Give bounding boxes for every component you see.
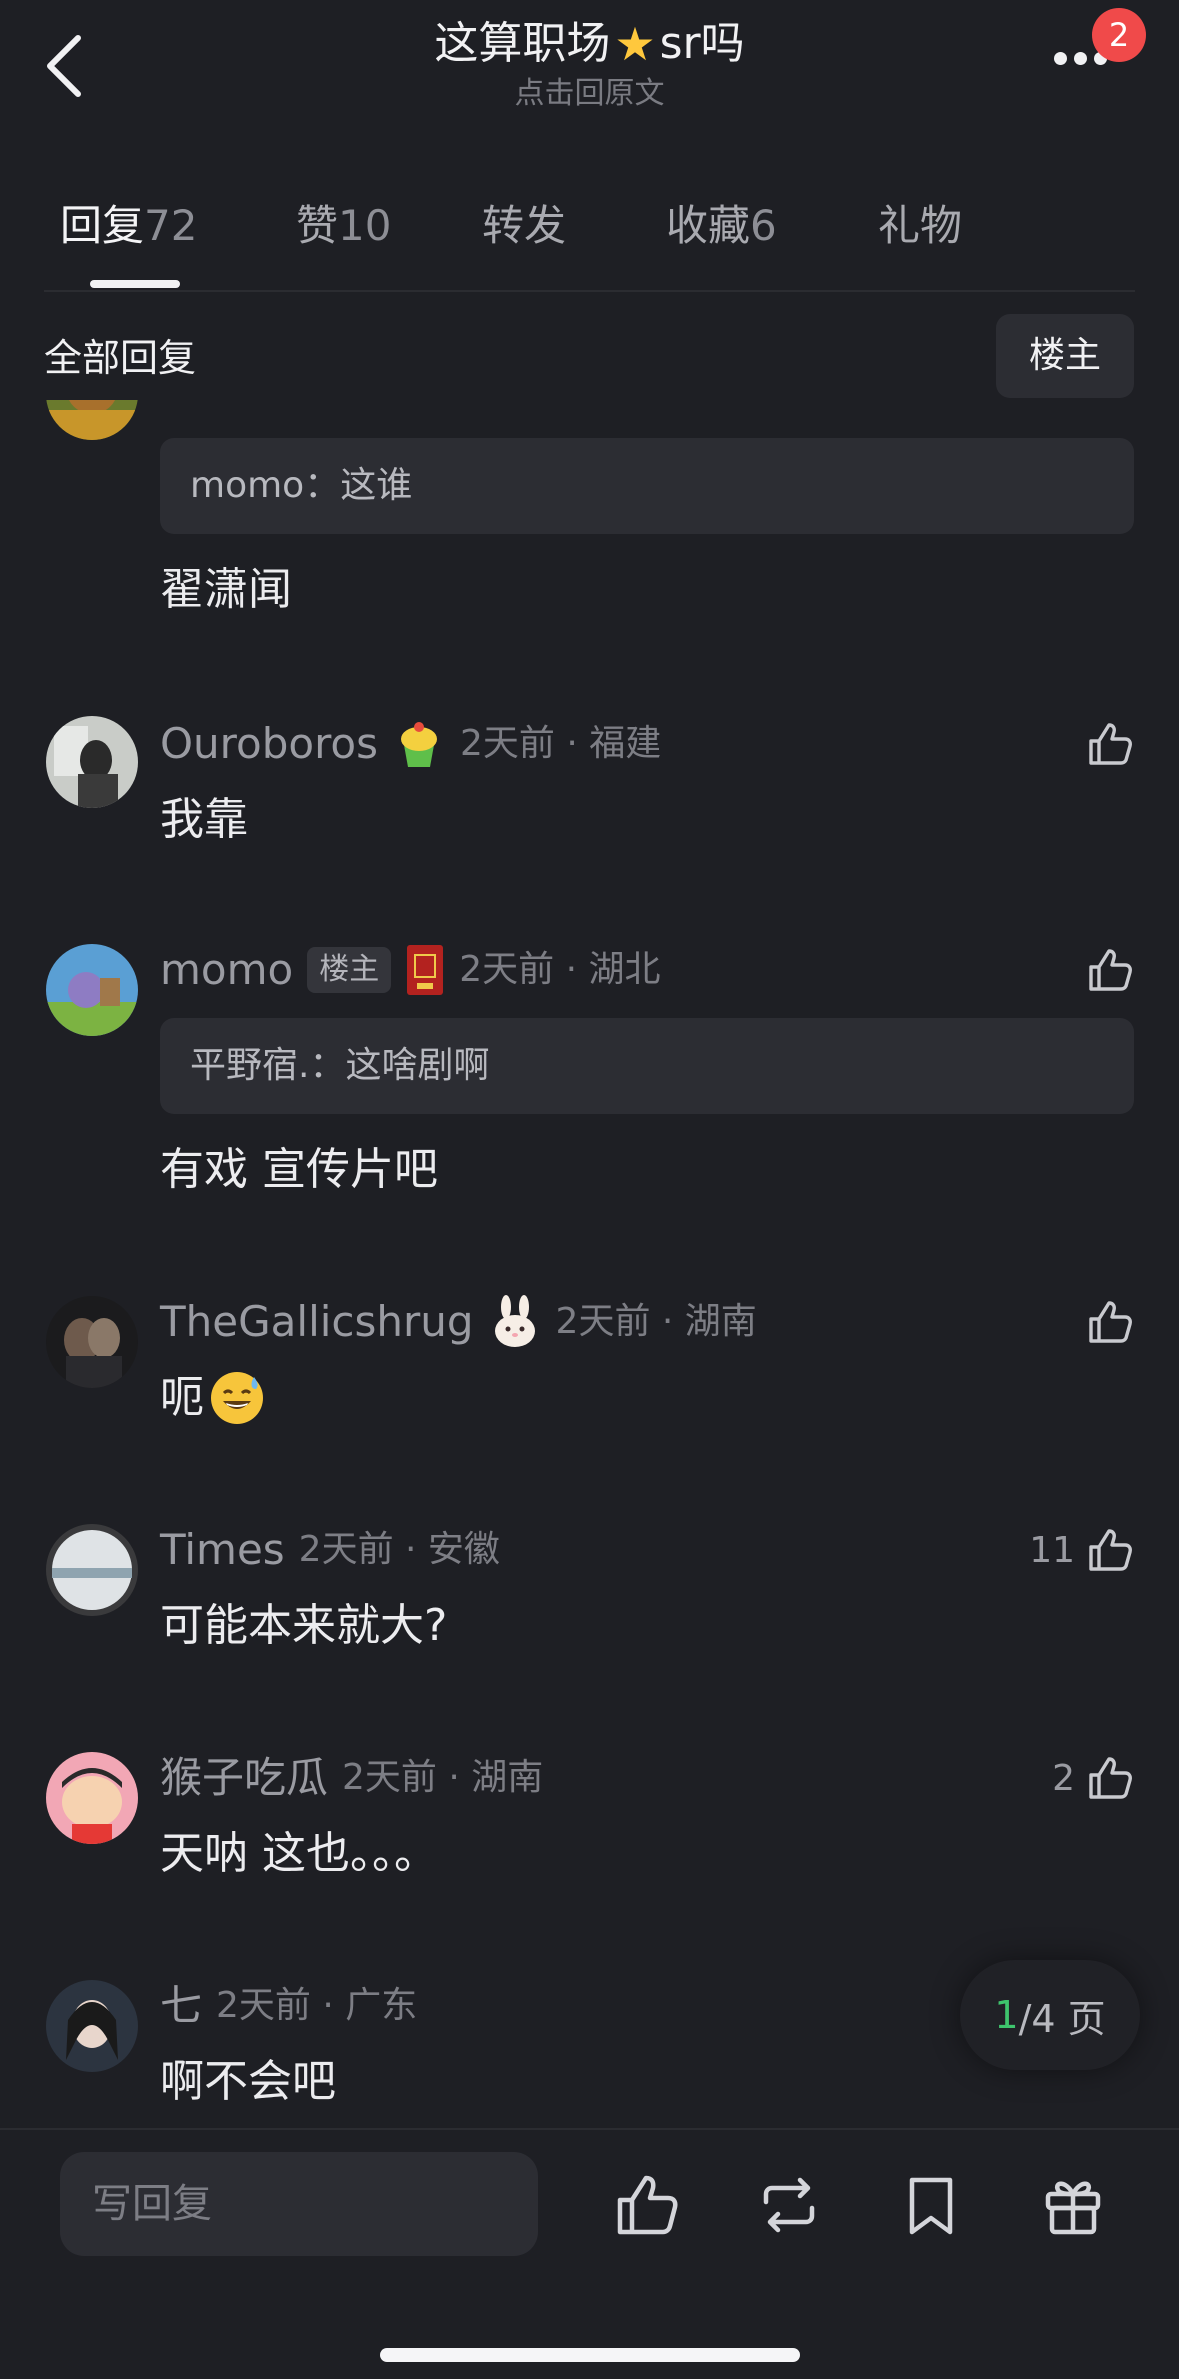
bookmark-icon[interactable] <box>896 2170 966 2240</box>
thumbs-up-icon <box>1089 1301 1132 1343</box>
comment-text: 天呐 这也。。。 <box>160 1828 438 1879</box>
comment-text: 我靠 <box>160 794 248 845</box>
username[interactable]: 七 <box>160 1976 202 2036</box>
comment-list[interactable]: momo：这谁 翟潇闻 Ouroboros 2天前 · 福建 我靠 momo 楼… <box>0 400 1179 2125</box>
gift-icon[interactable] <box>1038 2170 1108 2240</box>
like-button[interactable]: 2 <box>1052 1748 1135 1808</box>
timestamp-location: 2天前 · 广东 <box>216 1985 418 2026</box>
thumbs-up-icon <box>1089 1757 1132 1799</box>
comment-text: 有戏 宣传片吧 <box>160 1144 438 1195</box>
cupcake-badge-icon <box>401 722 437 767</box>
avatar[interactable] <box>46 1524 138 1616</box>
tab-bar: 回复72 赞10 转发 收藏6 礼物 <box>0 190 1179 290</box>
comment-meta: TheGallicshrug 2天前 · 湖南 <box>160 1292 757 1352</box>
post-title-prefix: 这算职场 <box>434 18 611 69</box>
repost-icon[interactable] <box>754 2170 824 2240</box>
notification-badge: 2 <box>1092 8 1146 62</box>
back-to-original-link[interactable]: 点击回原文 <box>0 68 1179 112</box>
comment-meta: 猴子吃瓜 2天前 · 湖南 <box>160 1748 543 1808</box>
comment-text: 呃 <box>160 1368 266 1428</box>
owner-tag: 楼主 <box>307 947 392 993</box>
all-replies-filter[interactable]: 全部回复 <box>44 330 196 386</box>
thumbs-up-icon <box>1089 949 1132 991</box>
avatar[interactable] <box>46 944 138 1036</box>
divider <box>44 290 1135 292</box>
username[interactable]: 猴子吃瓜 <box>160 1748 328 1808</box>
comment-meta: Times 2天前 · 安徽 <box>160 1520 500 1580</box>
comment-meta: 七 2天前 · 广东 <box>160 1976 417 2036</box>
like-button[interactable] <box>1075 940 1135 1000</box>
home-indicator[interactable] <box>380 2348 800 2362</box>
bunny-badge-icon <box>494 1295 535 1347</box>
timestamp-location: 2天前 · 福建 <box>460 723 662 764</box>
avatar[interactable] <box>46 1752 138 1844</box>
tab-likes[interactable]: 赞10 <box>296 196 391 256</box>
comment-meta: momo 楼主 2天前 · 湖北 <box>160 940 660 1000</box>
comment-text: 啊不会吧 <box>160 2056 336 2107</box>
tab-shares[interactable]: 转发 <box>482 196 566 256</box>
quoted-reply[interactable]: 平野宿.：这啥剧啊 <box>160 1018 1134 1114</box>
header-title-area[interactable]: 这算职场 ★ sr吗 点击回原文 <box>0 16 1179 112</box>
sweat-smile-emoji-icon <box>211 1372 263 1424</box>
like-button[interactable] <box>1075 1292 1135 1352</box>
avatar[interactable] <box>46 716 138 808</box>
like-count: 2 <box>1052 1757 1075 1799</box>
thumbs-up-icon <box>1089 1529 1132 1571</box>
bottom-action-bar: 写回复 <box>0 2128 1179 2379</box>
active-tab-indicator <box>90 280 180 288</box>
avatar[interactable] <box>46 400 138 440</box>
like-button[interactable] <box>1075 714 1135 774</box>
timestamp-location: 2天前 · 安徽 <box>298 1529 500 1570</box>
tab-replies[interactable]: 回复72 <box>60 196 197 256</box>
star-icon: ★ <box>614 17 656 71</box>
thumbs-up-icon[interactable] <box>612 2170 682 2240</box>
reply-input[interactable]: 写回复 <box>60 2152 538 2256</box>
avatar[interactable] <box>46 1296 138 1388</box>
quoted-reply[interactable]: momo：这谁 <box>160 438 1134 534</box>
comment-text: 可能本来就大? <box>160 1600 448 1651</box>
top-navigation-bar: 这算职场 ★ sr吗 点击回原文 2 <box>0 0 1179 140</box>
post-title-suffix: sr吗 <box>659 18 745 69</box>
timestamp-location: 2天前 · 湖南 <box>555 1301 757 1342</box>
username[interactable]: Ouroboros <box>160 714 378 774</box>
like-count: 11 <box>1029 1529 1075 1571</box>
timestamp-location: 2天前 · 湖南 <box>342 1757 544 1798</box>
like-button[interactable]: 11 <box>1029 1520 1135 1580</box>
thumbs-up-icon <box>1089 723 1132 765</box>
page-indicator[interactable]: 1/4 页 <box>960 1960 1140 2070</box>
tab-favorites[interactable]: 收藏6 <box>666 196 777 256</box>
timestamp-location: 2天前 · 湖北 <box>459 949 661 990</box>
tab-gifts[interactable]: 礼物 <box>878 196 962 256</box>
username[interactable]: TheGallicshrug <box>160 1292 474 1352</box>
username[interactable]: momo <box>160 940 293 1000</box>
avatar[interactable] <box>46 1980 138 2072</box>
username[interactable]: Times <box>160 1520 285 1580</box>
comment-text: 翟潇闻 <box>160 564 292 615</box>
red-book-badge-icon <box>407 945 444 995</box>
comment-meta: Ouroboros 2天前 · 福建 <box>160 714 661 774</box>
owner-only-button[interactable]: 楼主 <box>996 314 1134 398</box>
post-title[interactable]: 这算职场 ★ sr吗 <box>434 16 744 72</box>
